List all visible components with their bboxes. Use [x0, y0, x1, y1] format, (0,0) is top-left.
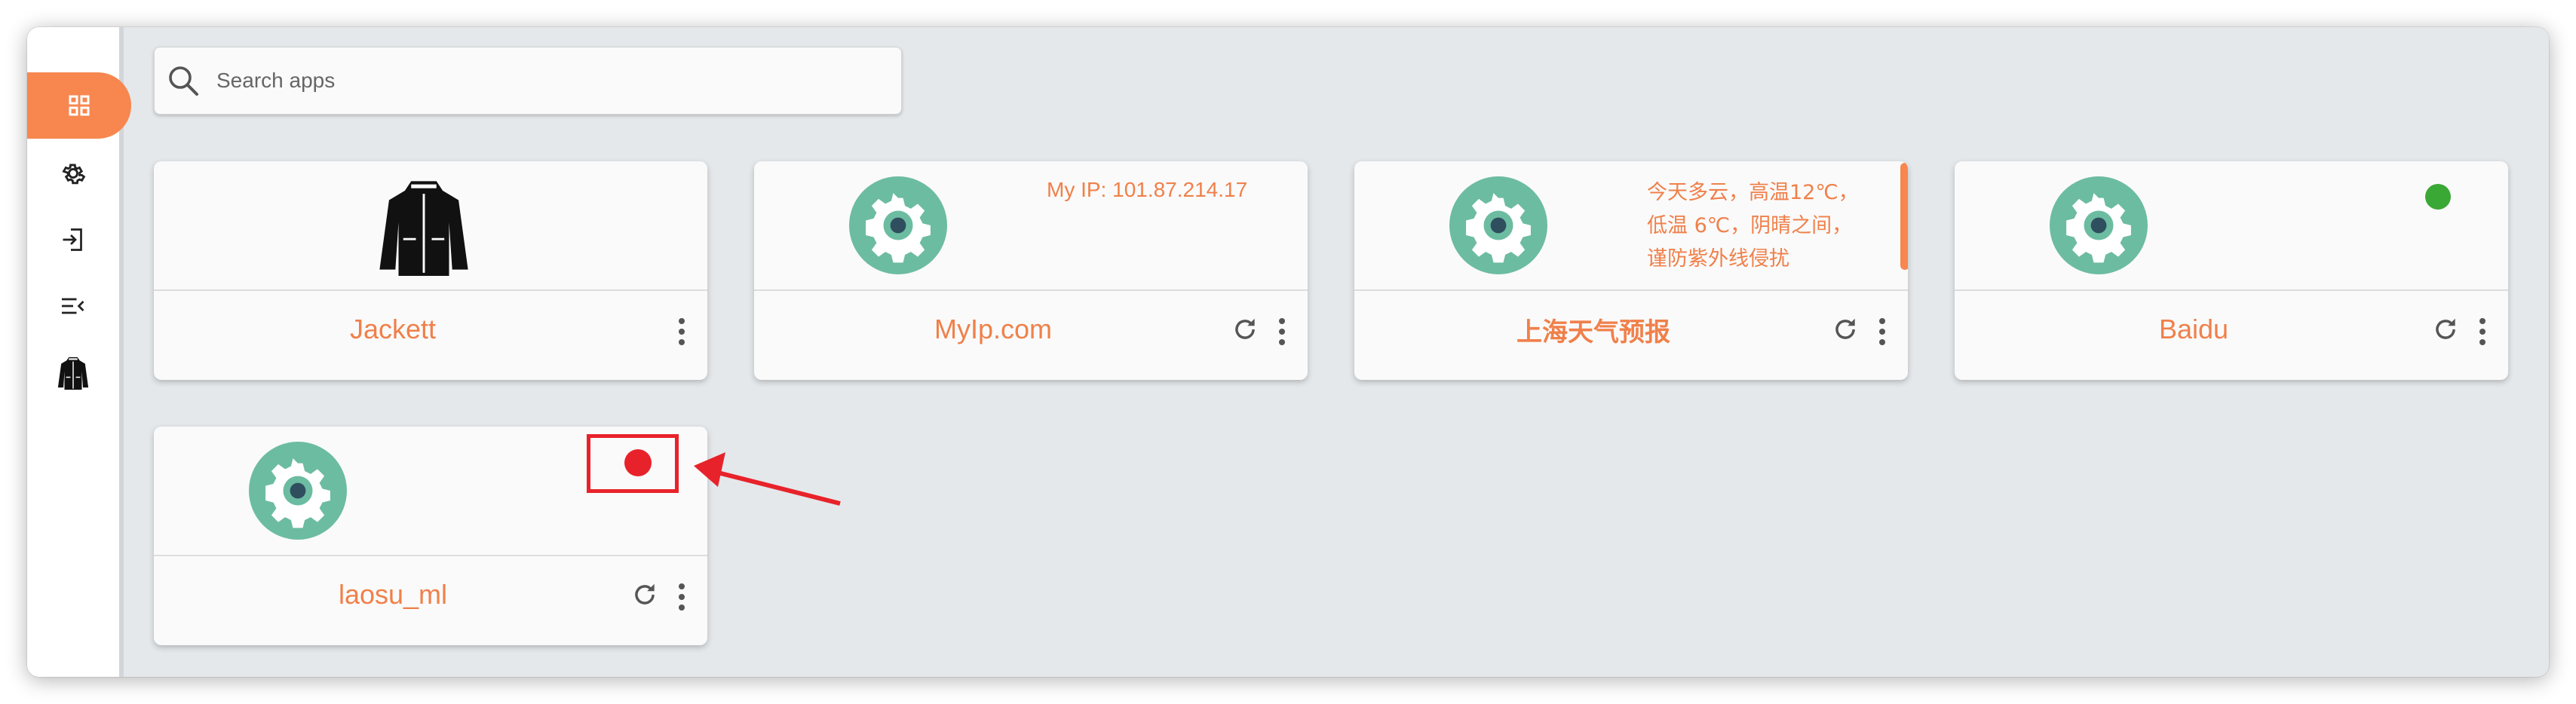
status-online-indicator	[2425, 184, 2451, 210]
more-options-icon[interactable]	[677, 582, 686, 612]
gear-icon	[62, 164, 86, 185]
gear-icon	[1449, 176, 1547, 274]
refresh-icon[interactable]	[1831, 315, 1860, 344]
sidebar	[27, 27, 131, 677]
app-card-jackett[interactable]: Jackett	[154, 161, 707, 380]
main-content: Jackett My IP: 101.87.214.17 MyIp.com	[124, 27, 2549, 677]
sidebar-item-login[interactable]	[27, 207, 119, 273]
card-preview	[154, 161, 707, 291]
app-card-myip[interactable]: My IP: 101.87.214.17 MyIp.com	[754, 161, 1308, 380]
app-widget-text: My IP: 101.87.214.17	[1047, 178, 1248, 201]
refresh-icon[interactable]	[630, 580, 659, 609]
search-icon	[169, 66, 198, 96]
gear-icon	[249, 442, 347, 540]
app-card-baidu[interactable]: Baidu	[1955, 161, 2508, 380]
sidebar-item-jackett[interactable]	[27, 339, 119, 406]
login-icon	[63, 228, 82, 251]
annotation-highlight-box	[587, 434, 679, 493]
dashboard-icon	[69, 95, 90, 116]
more-options-icon[interactable]	[677, 317, 686, 347]
jacket-icon	[379, 181, 468, 276]
app-name[interactable]: Baidu	[1955, 303, 2433, 356]
app-widget-text: 今天多云，高温12℃，低温 6℃，阴晴之间，谨防紫外线侵扰	[1647, 181, 1859, 271]
gear-icon	[2050, 176, 2148, 274]
app-name[interactable]: laosu_ml	[154, 568, 632, 621]
card-preview: My IP: 101.87.214.17	[754, 161, 1308, 291]
card-preview: 今天多云，高温12℃，低温 6℃，阴晴之间，谨防紫外线侵扰	[1354, 161, 1908, 291]
sidebar-item-settings[interactable]	[27, 140, 119, 207]
app-window: Jackett My IP: 101.87.214.17 MyIp.com	[27, 27, 2549, 677]
scrollbar[interactable]	[1900, 163, 1908, 270]
refresh-icon[interactable]	[1231, 315, 1259, 344]
sidebar-item-collapse[interactable]	[27, 273, 119, 339]
more-options-icon[interactable]	[1277, 317, 1286, 347]
gear-icon	[849, 176, 947, 274]
search-bar	[154, 47, 902, 115]
more-options-icon[interactable]	[1878, 317, 1887, 347]
refresh-icon[interactable]	[2431, 315, 2460, 344]
app-name[interactable]: 上海天气预报	[1354, 303, 1832, 356]
app-name[interactable]: Jackett	[154, 303, 632, 356]
search-input[interactable]	[215, 58, 882, 103]
sidebar-item-dashboard[interactable]	[27, 72, 131, 139]
app-name[interactable]: MyIp.com	[754, 303, 1232, 356]
jacket-icon	[57, 357, 89, 390]
card-preview	[1955, 161, 2508, 291]
more-options-icon[interactable]	[2478, 317, 2487, 347]
app-card-weather[interactable]: 今天多云，高温12℃，低温 6℃，阴晴之间，谨防紫外线侵扰 上海天气预报	[1354, 161, 1908, 380]
collapse-menu-icon	[62, 298, 84, 314]
